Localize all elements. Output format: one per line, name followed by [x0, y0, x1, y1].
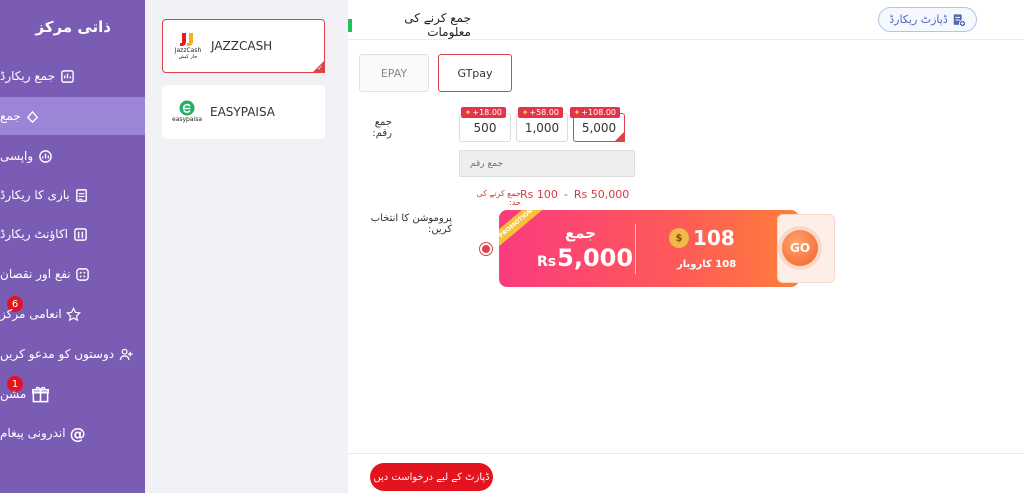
sidebar-item-label: دوستوں کو مدعو کریں	[0, 347, 115, 361]
jazzcash-mark-icon	[180, 32, 193, 46]
amount-option-1000[interactable]: ✦+58.00 1,000	[516, 107, 568, 142]
promo-turnover: 108 کاروبار	[677, 259, 737, 270]
promo-deposit-amount: Rs 5,000	[537, 244, 634, 272]
bonus-badge: ✦+58.00	[517, 107, 563, 118]
payment-channel-list: JazzCash جاز کیش JAZZCASH ✓ easypaisa EA…	[145, 0, 348, 493]
money-bag-icon: $	[669, 228, 689, 248]
amount-label: جمع رقم:	[372, 117, 392, 139]
gift-icon	[30, 384, 50, 404]
at-icon: @	[69, 423, 86, 443]
channel-name: JAZZCASH	[211, 39, 273, 53]
sidebar-item-label: نفع اور نقصان	[0, 267, 71, 281]
channel-easypaisa[interactable]: easypaisa EASYPAISA	[162, 85, 325, 139]
deposit-record-button[interactable]: ڈپازٹ ریکارڈ	[878, 7, 977, 32]
sidebar-item-label: جمع	[0, 109, 21, 123]
game-record-icon	[74, 187, 90, 203]
selected-corner	[614, 131, 625, 142]
sidebar-item-withdraw[interactable]: واپسی	[0, 137, 145, 175]
profit-loss-icon	[75, 266, 91, 282]
promotion-card[interactable]: PROMOTION جمع Rs 5,000 $ 108 108 کاروبار…	[499, 210, 836, 287]
sidebar-item-reward-center[interactable]: انعامی مرکز	[0, 295, 145, 333]
limit-label: جمع کرنے کی حد:	[476, 189, 521, 207]
sidebar-item-profit-loss[interactable]: نفع اور نقصان	[0, 255, 145, 293]
go-button[interactable]: GO	[782, 230, 818, 266]
withdraw-icon	[37, 148, 53, 164]
check-icon: ✓	[317, 64, 323, 72]
sidebar-item-label: اندرونی پیغام	[0, 426, 66, 440]
page-title: جمع کرنے کی معلومات	[348, 11, 471, 39]
bonus-badge: ✦+18.00	[460, 107, 506, 118]
easypaisa-mark-icon	[179, 100, 195, 116]
deposit-header: جمع کرنے کی معلومات ڈپازٹ ریکارڈ	[348, 0, 1024, 40]
sidebar-item-label: اکاؤنٹ ریکارڈ	[0, 227, 68, 241]
sidebar-item-label: بازی کا ریکارڈ	[0, 188, 70, 202]
title-marker	[348, 18, 352, 32]
promo-divider	[635, 224, 636, 274]
sidebar-item-invite-friends[interactable]: دوستوں کو مدعو کریں	[0, 335, 145, 373]
reward-icon	[66, 306, 82, 322]
promotion-card-body: PROMOTION جمع Rs 5,000 $ 108 108 کاروبار	[499, 210, 799, 287]
jazzcash-logo: JazzCash جاز کیش	[175, 31, 201, 61]
sidebar-item-deposit-record[interactable]: جمع ریکارڈ	[0, 57, 145, 95]
deposit-limit: Rs 100 - Rs 50,000	[520, 188, 630, 201]
channel-jazzcash[interactable]: JazzCash جاز کیش JAZZCASH ✓	[162, 19, 325, 73]
record-icon	[953, 13, 966, 27]
deposit-panel: جمع کرنے کی معلومات ڈپازٹ ریکارڈ EPAY GT…	[348, 0, 1024, 493]
tab-gtpay[interactable]: GTpay	[438, 54, 512, 92]
deposit-icon	[25, 108, 41, 124]
promotion-label: پروموشن کا انتخاب کریں:	[370, 213, 452, 235]
sidebar-item-game-record[interactable]: بازی کا ریکارڈ	[0, 176, 145, 214]
invite-icon	[118, 346, 134, 362]
sidebar-item-label: واپسی	[0, 149, 34, 163]
channel-name: EASYPAISA	[210, 105, 276, 119]
submit-deposit-button[interactable]: ڈپازٹ کے لیے درخواست دیں	[370, 463, 493, 491]
sidebar-item-label: انعامی مرکز	[0, 307, 62, 321]
account-record-icon	[72, 226, 88, 242]
sidebar-item-deposit[interactable]: جمع	[0, 97, 145, 135]
promotion-ribbon: PROMOTION	[499, 210, 544, 249]
bonus-badge: ✦+108.00	[569, 107, 620, 118]
amount-input[interactable]	[459, 150, 635, 177]
easypaisa-logo: easypaisa	[172, 97, 202, 127]
sidebar-item-label: مشن	[0, 387, 27, 401]
promo-bonus-amount: $ 108	[669, 226, 735, 250]
tab-epay[interactable]: EPAY	[359, 54, 429, 92]
sidebar-item-inbox[interactable]: @ اندرونی پیغام	[0, 414, 145, 452]
deposit-footer: ڈپازٹ کے لیے درخواست دیں	[348, 453, 1024, 493]
amount-option-5000[interactable]: ✦+108.00 5,000	[569, 107, 625, 142]
deposit-record-icon	[59, 68, 75, 84]
sidebar-title: ذاتی مرکز	[35, 18, 111, 36]
sidebar-item-account-record[interactable]: اکاؤنٹ ریکارڈ	[0, 215, 145, 253]
promotion-radio[interactable]	[479, 242, 493, 256]
sidebar-item-label: جمع ریکارڈ	[0, 69, 56, 83]
promo-deposit-label: جمع	[565, 224, 597, 242]
personal-center-sidebar: ذاتی مرکز جمع ریکارڈ جمع واپسی بازی کا ر…	[0, 0, 145, 493]
amount-option-500[interactable]: ✦+18.00 500	[459, 107, 511, 142]
sidebar-item-mission[interactable]: مشن	[0, 375, 145, 413]
